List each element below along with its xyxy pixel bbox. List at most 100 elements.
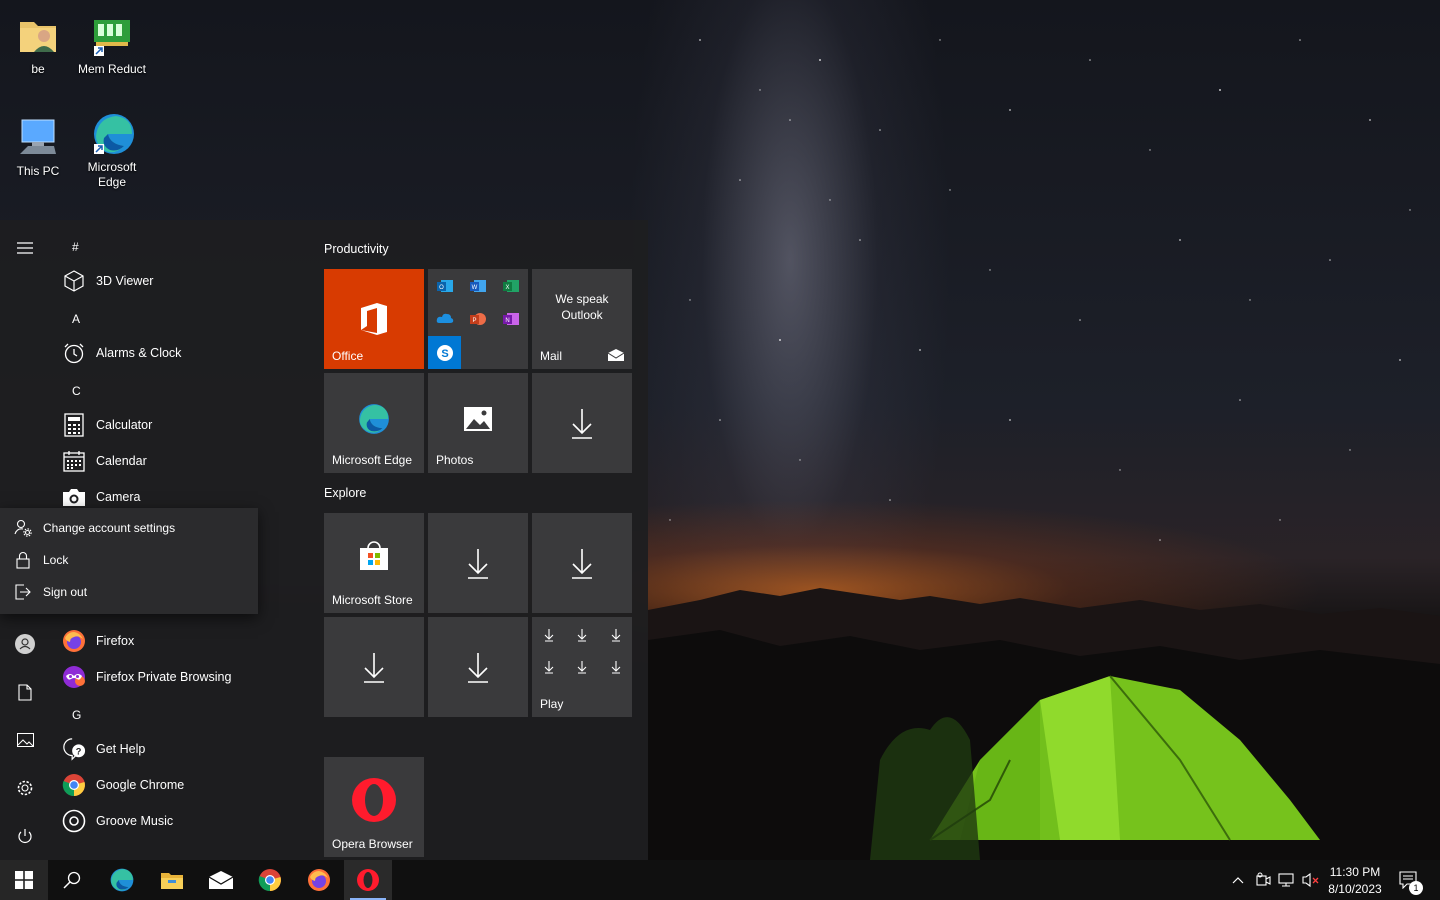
app-item-calendar[interactable]: Calendar xyxy=(62,444,300,478)
search-button[interactable] xyxy=(48,860,96,900)
sign-out-item[interactable]: Sign out xyxy=(0,576,258,608)
tile-pending-download[interactable] xyxy=(532,373,632,473)
word-icon: W xyxy=(470,280,486,292)
change-account-settings-item[interactable]: Change account settings xyxy=(0,512,258,544)
tile-mail[interactable]: We speak Outlook Mail xyxy=(532,269,632,369)
volume-muted-icon xyxy=(1302,872,1319,888)
app-item-get-help[interactable]: ? Get Help xyxy=(62,732,300,766)
firefox-private-icon xyxy=(62,665,86,689)
flyout-item-label: Lock xyxy=(43,553,69,567)
cube-icon xyxy=(62,269,86,293)
desktop-icon-edge[interactable]: Microsoft Edge xyxy=(74,110,150,190)
desktop-icon-label: be xyxy=(31,62,45,76)
tile-pending-download[interactable] xyxy=(428,513,528,613)
download-icon xyxy=(572,409,592,439)
onedrive-icon xyxy=(436,313,454,323)
show-hidden-icons-button[interactable] xyxy=(1226,860,1250,900)
flyout-item-label: Sign out xyxy=(43,585,88,599)
clock-date: 8/10/2023 xyxy=(1328,882,1382,896)
photos-icon xyxy=(464,407,492,431)
app-item-alarms-clock[interactable]: Alarms & Clock xyxy=(62,336,300,370)
firefox-icon xyxy=(62,629,86,653)
tile-pending-download[interactable] xyxy=(324,617,424,717)
network-button[interactable] xyxy=(1276,860,1298,900)
account-flyout: Change account settings Lock Sign out xyxy=(0,508,258,614)
letter-header[interactable]: # xyxy=(72,240,79,254)
taskbar-chrome[interactable] xyxy=(246,860,294,900)
alarm-clock-icon xyxy=(62,341,86,365)
tile-label: Microsoft Store xyxy=(332,593,413,607)
group-title-productivity[interactable]: Productivity xyxy=(324,242,389,256)
taskbar-file-explorer[interactable] xyxy=(148,860,196,900)
tile-pending-download[interactable] xyxy=(428,617,528,717)
account-settings-icon xyxy=(14,519,32,537)
meet-now-button[interactable] xyxy=(1252,860,1274,900)
group-title-explore[interactable]: Explore xyxy=(324,486,366,500)
opera-icon xyxy=(352,778,396,822)
start-button[interactable] xyxy=(0,860,48,900)
pictures-icon xyxy=(16,733,34,747)
help-icon: ? xyxy=(62,737,86,761)
file-explorer-icon xyxy=(161,873,183,889)
svg-text:S: S xyxy=(441,348,448,360)
app-item-groove-music[interactable]: Groove Music xyxy=(62,804,300,838)
app-label: Camera xyxy=(96,490,141,504)
taskbar-opera[interactable] xyxy=(344,860,392,900)
onenote-icon: N xyxy=(503,313,519,325)
taskbar-mail[interactable] xyxy=(197,860,245,900)
app-item-firefox[interactable]: Firefox xyxy=(62,624,300,658)
tile-microsoft-store[interactable]: Microsoft Store xyxy=(324,513,424,613)
power-button[interactable] xyxy=(0,816,50,856)
taskbar-edge[interactable] xyxy=(98,860,146,900)
app-item-3d-viewer[interactable]: 3D Viewer xyxy=(62,264,300,298)
svg-text:W: W xyxy=(472,285,478,291)
documents-button[interactable] xyxy=(0,672,50,712)
tile-office[interactable]: Office xyxy=(324,269,424,369)
letter-header[interactable]: C xyxy=(72,384,81,398)
letter-header[interactable]: G xyxy=(72,708,81,722)
edge-icon xyxy=(94,114,134,154)
desktop-icon-label: Mem Reduct xyxy=(77,62,147,76)
tile-photos[interactable]: Photos xyxy=(428,373,528,473)
taskbar-clock[interactable]: 11:30 PM 8/10/2023 xyxy=(1322,864,1388,898)
music-icon xyxy=(62,809,86,833)
tile-play-folder[interactable]: Play xyxy=(532,617,632,717)
tile-opera-browser[interactable]: Opera Browser xyxy=(324,757,424,857)
desktop-icon-label: This PC xyxy=(16,164,60,178)
app-label: Calculator xyxy=(96,418,153,432)
start-menu: # 3D Viewer A Alarms & Clock C Calculato… xyxy=(0,220,648,860)
download-icon xyxy=(468,653,488,683)
app-item-calculator[interactable]: Calculator xyxy=(62,408,300,442)
lock-item[interactable]: Lock xyxy=(0,544,258,576)
app-item-google-chrome[interactable]: Google Chrome xyxy=(62,768,300,802)
tile-office-apps-folder[interactable]: O W X P N S xyxy=(428,269,528,369)
firefox-icon xyxy=(308,869,330,891)
letter-header[interactable]: A xyxy=(72,312,80,326)
app-label: Firefox Private Browsing xyxy=(96,670,232,684)
download-icon xyxy=(364,653,384,683)
app-item-firefox-private[interactable]: Firefox Private Browsing xyxy=(62,660,300,694)
flyout-item-label: Change account settings xyxy=(43,521,176,535)
tile-label: Office xyxy=(332,349,364,363)
edge-icon xyxy=(359,404,389,434)
desktop-icon-mem-reduct[interactable]: Mem Reduct xyxy=(74,12,150,77)
tile-microsoft-edge[interactable]: Microsoft Edge xyxy=(324,373,424,473)
desktop-icon-user-folder[interactable]: be xyxy=(0,12,76,77)
outlook-icon: O xyxy=(437,280,453,292)
notification-center-button[interactable]: 1 xyxy=(1394,860,1424,900)
opera-icon xyxy=(357,869,379,891)
expand-button[interactable] xyxy=(0,228,50,268)
pictures-button[interactable] xyxy=(0,720,50,760)
network-icon xyxy=(1278,873,1294,887)
svg-text:?: ? xyxy=(76,747,82,757)
settings-icon xyxy=(17,780,33,796)
account-button[interactable] xyxy=(0,624,50,664)
tile-pending-download[interactable] xyxy=(532,513,632,613)
user-folder-icon xyxy=(20,22,56,52)
desktop-icon-this-pc[interactable]: This PC xyxy=(0,114,76,179)
settings-button[interactable] xyxy=(0,768,50,808)
taskbar-firefox[interactable] xyxy=(295,860,343,900)
app-label: Calendar xyxy=(96,454,147,468)
excel-icon: X xyxy=(503,280,519,292)
volume-button[interactable] xyxy=(1300,860,1322,900)
